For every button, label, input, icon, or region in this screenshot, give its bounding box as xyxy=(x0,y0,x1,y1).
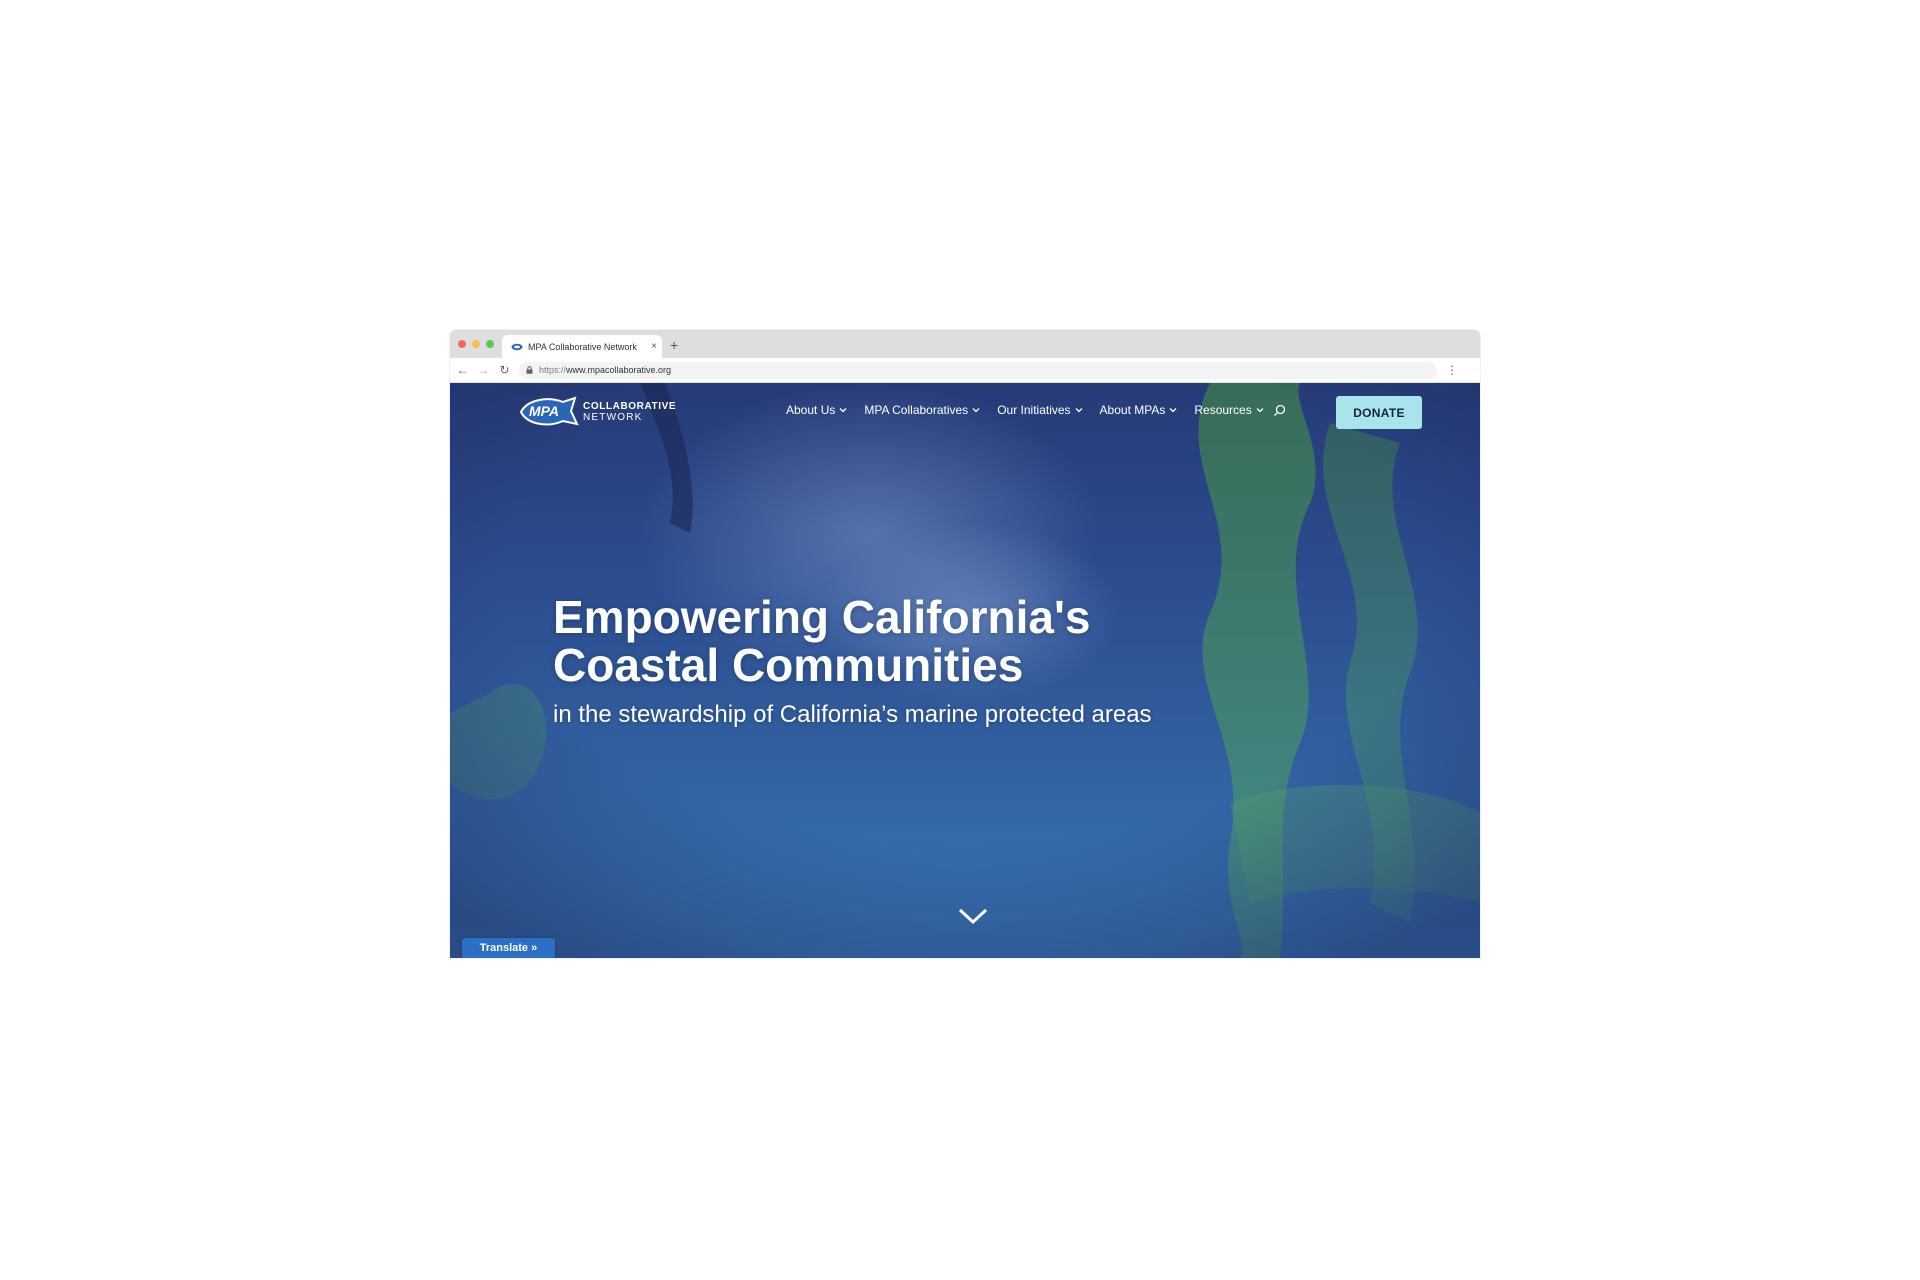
site-header: MPA COLLABORATIVE NETWORK About Us MPA C… xyxy=(450,383,1480,439)
logo-line-2: NETWORK xyxy=(583,412,643,423)
tab-close-icon[interactable]: × xyxy=(646,341,662,352)
nav-item-resources[interactable]: Resources xyxy=(1194,403,1264,417)
back-button[interactable]: ← xyxy=(452,358,473,382)
chevron-down-icon xyxy=(1075,408,1083,413)
nav-item-mpa-collaboratives[interactable]: MPA Collaboratives xyxy=(864,403,980,417)
nav-item-about-us[interactable]: About Us xyxy=(786,403,847,417)
hero-title: Empowering California's Coastal Communit… xyxy=(553,591,1091,691)
chevron-down-icon xyxy=(1169,408,1177,413)
scroll-down-chevron-icon[interactable] xyxy=(958,907,988,925)
minimize-window-button[interactable] xyxy=(472,340,480,348)
web-page: MPA COLLABORATIVE NETWORK About Us MPA C… xyxy=(450,383,1480,958)
reload-button[interactable]: ↻ xyxy=(494,358,515,382)
url-scheme: https:// xyxy=(539,365,567,375)
browser-tab[interactable]: MPA Collaborative Network × xyxy=(502,335,662,358)
chevron-down-icon xyxy=(972,408,980,413)
hero-section: Empowering California's Coastal Communit… xyxy=(553,593,1353,730)
nav-item-about-mpas[interactable]: About MPAs xyxy=(1100,403,1178,417)
nav-item-our-initiatives[interactable]: Our Initiatives xyxy=(997,403,1083,417)
main-nav: About Us MPA Collaboratives Our Initiati… xyxy=(786,403,1287,417)
nav-label: About Us xyxy=(786,403,836,417)
tab-title: MPA Collaborative Network xyxy=(528,341,637,352)
chevron-down-icon xyxy=(839,408,847,413)
nav-label: Resources xyxy=(1194,403,1252,417)
site-logo[interactable]: MPA COLLABORATIVE NETWORK xyxy=(517,393,687,431)
new-tab-button[interactable]: + xyxy=(670,338,678,352)
donate-button[interactable]: DONATE xyxy=(1336,396,1422,429)
hero-subtitle: in the stewardship of California’s marin… xyxy=(553,701,1152,728)
nav-label: MPA Collaboratives xyxy=(864,403,969,417)
nav-label: Our Initiatives xyxy=(997,403,1071,417)
translate-button[interactable]: Translate » xyxy=(462,938,555,958)
browser-window: MPA Collaborative Network × + ← → ↻ http… xyxy=(450,330,1480,958)
close-window-button[interactable] xyxy=(458,340,466,348)
url-host: www.mpacollaborative.org xyxy=(566,365,672,375)
logo-wordmark: COLLABORATIVE NETWORK xyxy=(583,401,676,423)
favicon-icon xyxy=(511,343,523,350)
logo-badge-text: MPA xyxy=(529,403,559,419)
browser-menu-icon[interactable]: ⋮ xyxy=(1437,364,1467,376)
logo-line-1: COLLABORATIVE xyxy=(583,401,677,412)
search-icon[interactable] xyxy=(1273,403,1287,417)
address-bar: ← → ↻ https:// www.mpacollaborative.org … xyxy=(450,358,1480,383)
nav-label: About MPAs xyxy=(1099,403,1166,417)
lock-icon xyxy=(519,366,539,374)
browser-titlebar: MPA Collaborative Network × + xyxy=(450,330,1480,358)
forward-button[interactable]: → xyxy=(473,358,494,382)
chevron-down-icon xyxy=(1256,408,1264,413)
maximize-window-button[interactable] xyxy=(486,340,494,348)
mpa-fish-logo-icon: MPA xyxy=(519,396,579,426)
url-input[interactable]: https:// www.mpacollaborative.org xyxy=(519,361,1437,379)
